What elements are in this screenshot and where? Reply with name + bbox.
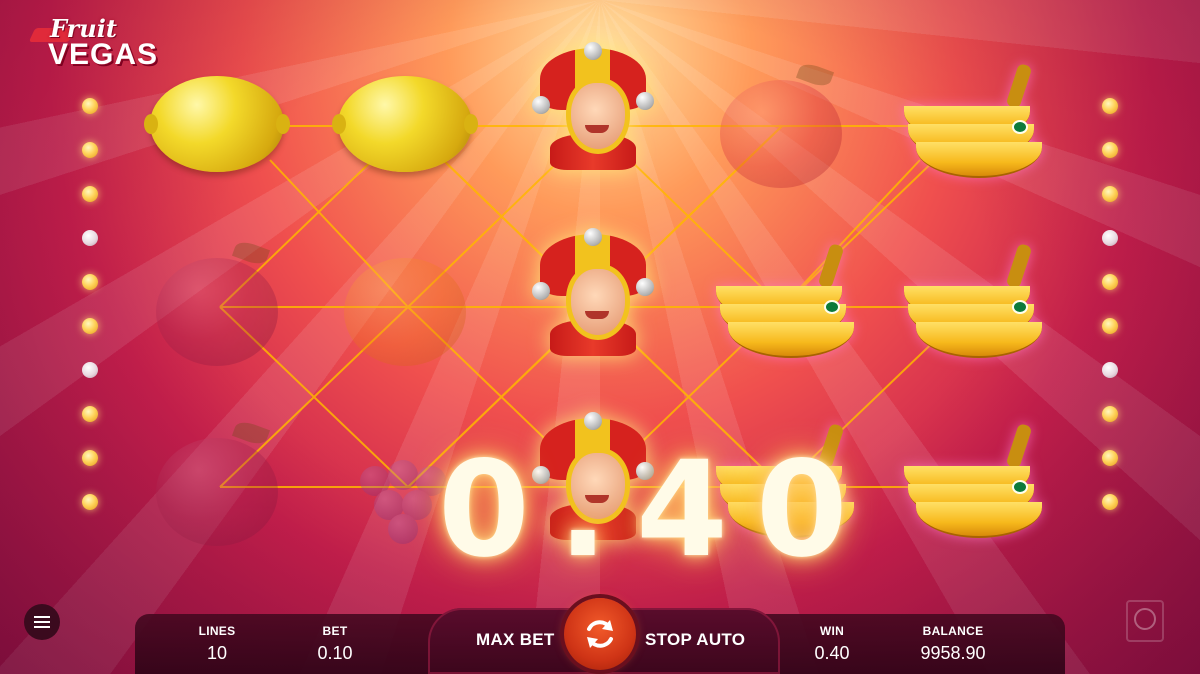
stop-auto-button[interactable]: STOP AUTO [645, 630, 745, 650]
spin-button[interactable] [564, 598, 636, 670]
symbol-lemon [142, 58, 292, 198]
symbol-banana [888, 416, 1042, 556]
refresh-arrows-icon [587, 620, 613, 648]
provider-logo-icon [1126, 600, 1164, 642]
symbol-plum [142, 416, 292, 556]
win-amount-display: 0.40 [438, 433, 876, 587]
symbol-banana [888, 236, 1042, 376]
lines-label: LINES [198, 624, 236, 638]
win-value: 0.40 [814, 643, 850, 663]
symbol-banana [700, 236, 854, 376]
symbol-banana [888, 56, 1042, 196]
balance-label: BALANCE [922, 624, 984, 638]
lines-value: 10 [206, 643, 228, 663]
symbol-lemon [330, 58, 480, 198]
symbol-orange [330, 236, 480, 376]
bet-stat[interactable]: BET 0.10 [285, 624, 385, 664]
win-stat: WIN 0.40 [782, 624, 882, 664]
symbol-jester [518, 40, 668, 180]
bet-value: 0.10 [317, 643, 353, 663]
win-label: WIN [819, 624, 845, 638]
bet-label: BET [322, 624, 348, 638]
symbol-apple [706, 58, 856, 198]
balance-stat: BALANCE 9958.90 [903, 624, 1003, 664]
max-bet-button[interactable]: MAX BET [476, 630, 555, 650]
symbol-jester [518, 226, 668, 366]
hamburger-menu-icon[interactable] [24, 604, 60, 640]
lines-stat[interactable]: LINES 10 [167, 624, 267, 664]
balance-value: 9958.90 [920, 643, 986, 663]
symbol-plum [142, 236, 292, 376]
